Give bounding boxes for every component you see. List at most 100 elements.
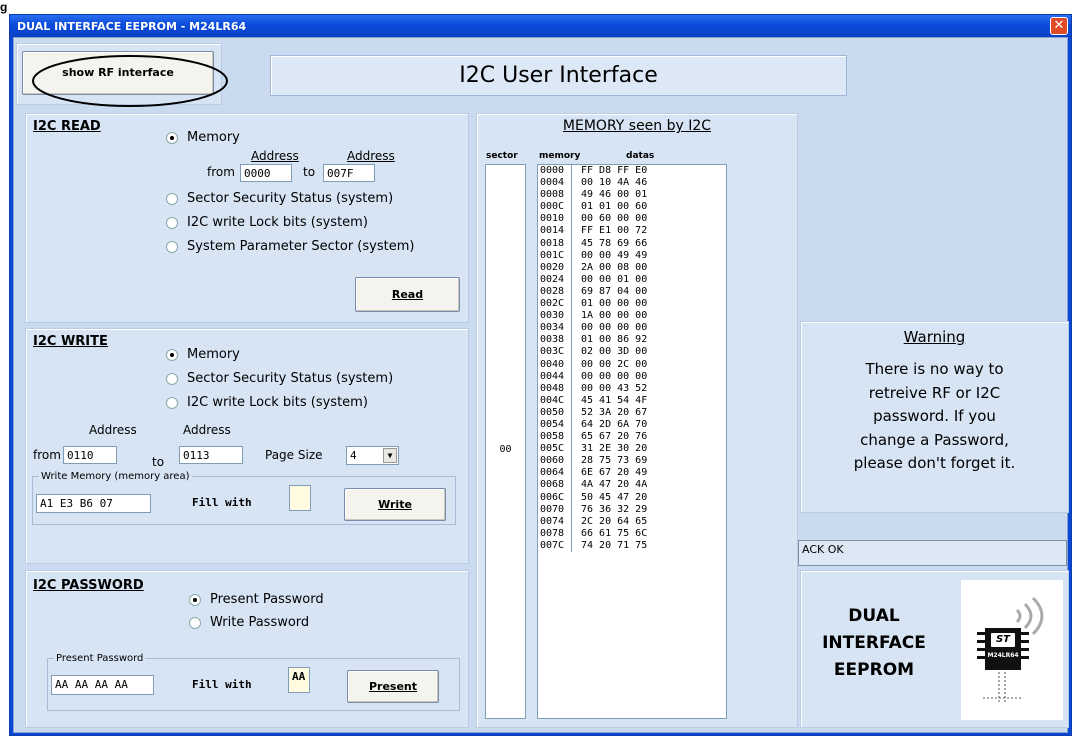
memory-address: 0038 bbox=[538, 334, 572, 347]
memory-address: 0004 bbox=[538, 177, 572, 190]
read-from-input[interactable]: 0000 bbox=[240, 164, 292, 182]
read-button[interactable]: Read bbox=[355, 277, 460, 312]
radio-label: I2C write Lock bits (system) bbox=[187, 215, 368, 230]
memory-address: 0028 bbox=[538, 285, 572, 299]
password-fill-input[interactable]: AA bbox=[288, 667, 310, 693]
memory-data: 1A 00 00 00 bbox=[581, 310, 648, 322]
memory-data: 01 00 00 00 bbox=[581, 298, 648, 310]
write-data-input[interactable]: A1 E3 B6 07 bbox=[36, 494, 151, 513]
memory-data: 00 00 00 00 bbox=[581, 322, 648, 334]
write-to-label: to bbox=[152, 455, 165, 469]
table-row: 0040 00 00 2C 00 bbox=[538, 358, 726, 371]
read-option-sector-security[interactable]: Sector Security Status (system) bbox=[166, 191, 393, 206]
radio-label: Write Password bbox=[210, 615, 310, 630]
memory-data: 64 2D 6A 70 bbox=[581, 418, 648, 430]
memory-table[interactable]: 0000 FF D8 FF E0 0004 00 10 4A 46 0008 49 46 … bbox=[537, 164, 727, 719]
i2c-password-panel: I2C PASSWORD Present Password Write Pass… bbox=[25, 570, 469, 728]
table-row: 0000 FF D8 FF E0 bbox=[538, 165, 726, 178]
write-from-input[interactable]: 0110 bbox=[63, 446, 117, 464]
table-row: 0070 76 36 32 29 bbox=[538, 503, 726, 516]
memory-data: 2C 20 64 65 bbox=[581, 515, 648, 527]
table-row: 0068 4A 47 20 4A bbox=[538, 479, 726, 492]
memory-data: 66 61 75 6C bbox=[581, 527, 648, 539]
present-button[interactable]: Present bbox=[347, 670, 439, 703]
password-input[interactable]: AA AA AA AA bbox=[51, 675, 154, 695]
read-to-label: to bbox=[303, 165, 316, 179]
read-option-write-lock[interactable]: I2C write Lock bits (system) bbox=[166, 215, 368, 230]
memory-data: 45 78 69 66 bbox=[581, 237, 648, 249]
sector-value: 00 bbox=[499, 444, 512, 455]
memory-address: 0068 bbox=[538, 479, 572, 492]
sector-column[interactable]: 00 bbox=[485, 164, 526, 719]
window-title: DUAL INTERFACE EEPROM - M24LR64 bbox=[17, 20, 247, 33]
memory-data: 74 20 71 75 bbox=[581, 539, 648, 551]
memory-data: 45 41 54 4F bbox=[581, 394, 648, 406]
write-option-write-lock[interactable]: I2C write Lock bits (system) bbox=[166, 395, 368, 410]
password-option-present[interactable]: Present Password bbox=[189, 592, 324, 607]
memory-data: 31 2E 30 20 bbox=[581, 443, 648, 455]
table-row: 006C 50 45 47 20 bbox=[538, 491, 726, 504]
table-row: 005C 31 2E 30 20 bbox=[538, 443, 726, 456]
memory-address: 0020 bbox=[538, 261, 572, 274]
radio-selected-icon bbox=[166, 348, 178, 361]
status-field: ACK OK bbox=[798, 540, 1067, 566]
write-button[interactable]: Write bbox=[344, 488, 446, 521]
memory-data: 65 67 20 76 bbox=[581, 431, 648, 443]
app-window: DUAL INTERFACE EEPROM - M24LR64 ✕ show R… bbox=[9, 14, 1072, 736]
i2c-read-panel: I2C READ Memory Address Address from 000… bbox=[25, 113, 469, 323]
memory-address: 0030 bbox=[538, 310, 572, 323]
write-fill-input[interactable] bbox=[289, 485, 311, 511]
memory-data: 00 00 49 49 bbox=[581, 249, 648, 261]
close-button[interactable]: ✕ bbox=[1050, 17, 1068, 35]
warning-line: retreive RF or I2C bbox=[868, 383, 1001, 402]
memory-address: 002C bbox=[538, 298, 572, 311]
logo-text: DUAL INTERFACE EEPROM bbox=[809, 603, 939, 684]
memory-data: 00 00 00 00 bbox=[581, 370, 648, 382]
memory-data: 6E 67 20 49 bbox=[581, 467, 648, 479]
memory-data: 50 45 47 20 bbox=[581, 491, 648, 503]
logo-line: INTERFACE bbox=[822, 633, 926, 653]
password-option-write[interactable]: Write Password bbox=[189, 615, 309, 630]
table-row: 004C 45 41 54 4F bbox=[538, 394, 726, 407]
radio-label: Memory bbox=[187, 130, 240, 145]
read-to-input[interactable]: 007F bbox=[323, 164, 375, 182]
table-row: 0078 66 61 75 6C bbox=[538, 527, 726, 540]
memory-address: 0010 bbox=[538, 213, 572, 226]
table-row: 002C 01 00 00 00 bbox=[538, 298, 726, 311]
write-option-sector-security[interactable]: Sector Security Status (system) bbox=[166, 371, 393, 386]
logo-panel: DUAL INTERFACE EEPROM ST M24LR64 bbox=[800, 570, 1069, 728]
radio-icon bbox=[166, 240, 178, 253]
write-from-label: from bbox=[33, 448, 61, 462]
table-row: 0060 28 75 73 69 bbox=[538, 455, 726, 468]
chip-label: M24LR64 bbox=[987, 652, 1019, 659]
table-row: 0048 00 00 43 52 bbox=[538, 382, 726, 395]
write-to-address-label: Address bbox=[183, 423, 231, 437]
page-size-select[interactable]: 4 ▼ bbox=[346, 446, 399, 465]
memory-address: 001C bbox=[538, 249, 572, 262]
table-row: 007C 74 20 71 75 bbox=[538, 539, 726, 552]
memory-data: 2A 00 08 00 bbox=[581, 261, 648, 273]
memory-address: 0044 bbox=[538, 370, 572, 383]
write-option-memory[interactable]: Memory bbox=[166, 347, 240, 362]
table-row: 0014 FF E1 00 72 bbox=[538, 225, 726, 238]
memory-address: 0040 bbox=[538, 358, 572, 371]
table-row: 0074 2C 20 64 65 bbox=[538, 515, 726, 528]
read-option-memory[interactable]: Memory bbox=[166, 130, 240, 145]
logo-line: EEPROM bbox=[833, 660, 915, 680]
table-row: 0004 00 10 4A 46 bbox=[538, 177, 726, 190]
memory-panel: MEMORY seen by I2C sector memory datas 0… bbox=[476, 113, 798, 728]
chevron-down-icon[interactable]: ▼ bbox=[383, 448, 397, 463]
memory-address: 0058 bbox=[538, 431, 572, 444]
table-row: 000C 01 01 00 60 bbox=[538, 201, 726, 214]
write-to-input[interactable]: 0113 bbox=[179, 446, 243, 464]
warning-line: There is no way to bbox=[865, 360, 1004, 378]
memory-address: 0054 bbox=[538, 418, 572, 432]
radio-icon bbox=[166, 396, 178, 409]
title-bar[interactable]: DUAL INTERFACE EEPROM - M24LR64 ✕ bbox=[10, 15, 1071, 37]
i2c-read-header: I2C READ bbox=[33, 119, 101, 134]
table-row: 0010 00 60 00 00 bbox=[538, 213, 726, 226]
memory-address: 000C bbox=[538, 201, 572, 214]
table-row: 003C 02 00 3D 00 bbox=[538, 346, 726, 359]
write-fill-with-label: Fill with bbox=[192, 496, 252, 509]
read-option-system-parameter[interactable]: System Parameter Sector (system) bbox=[166, 239, 414, 254]
